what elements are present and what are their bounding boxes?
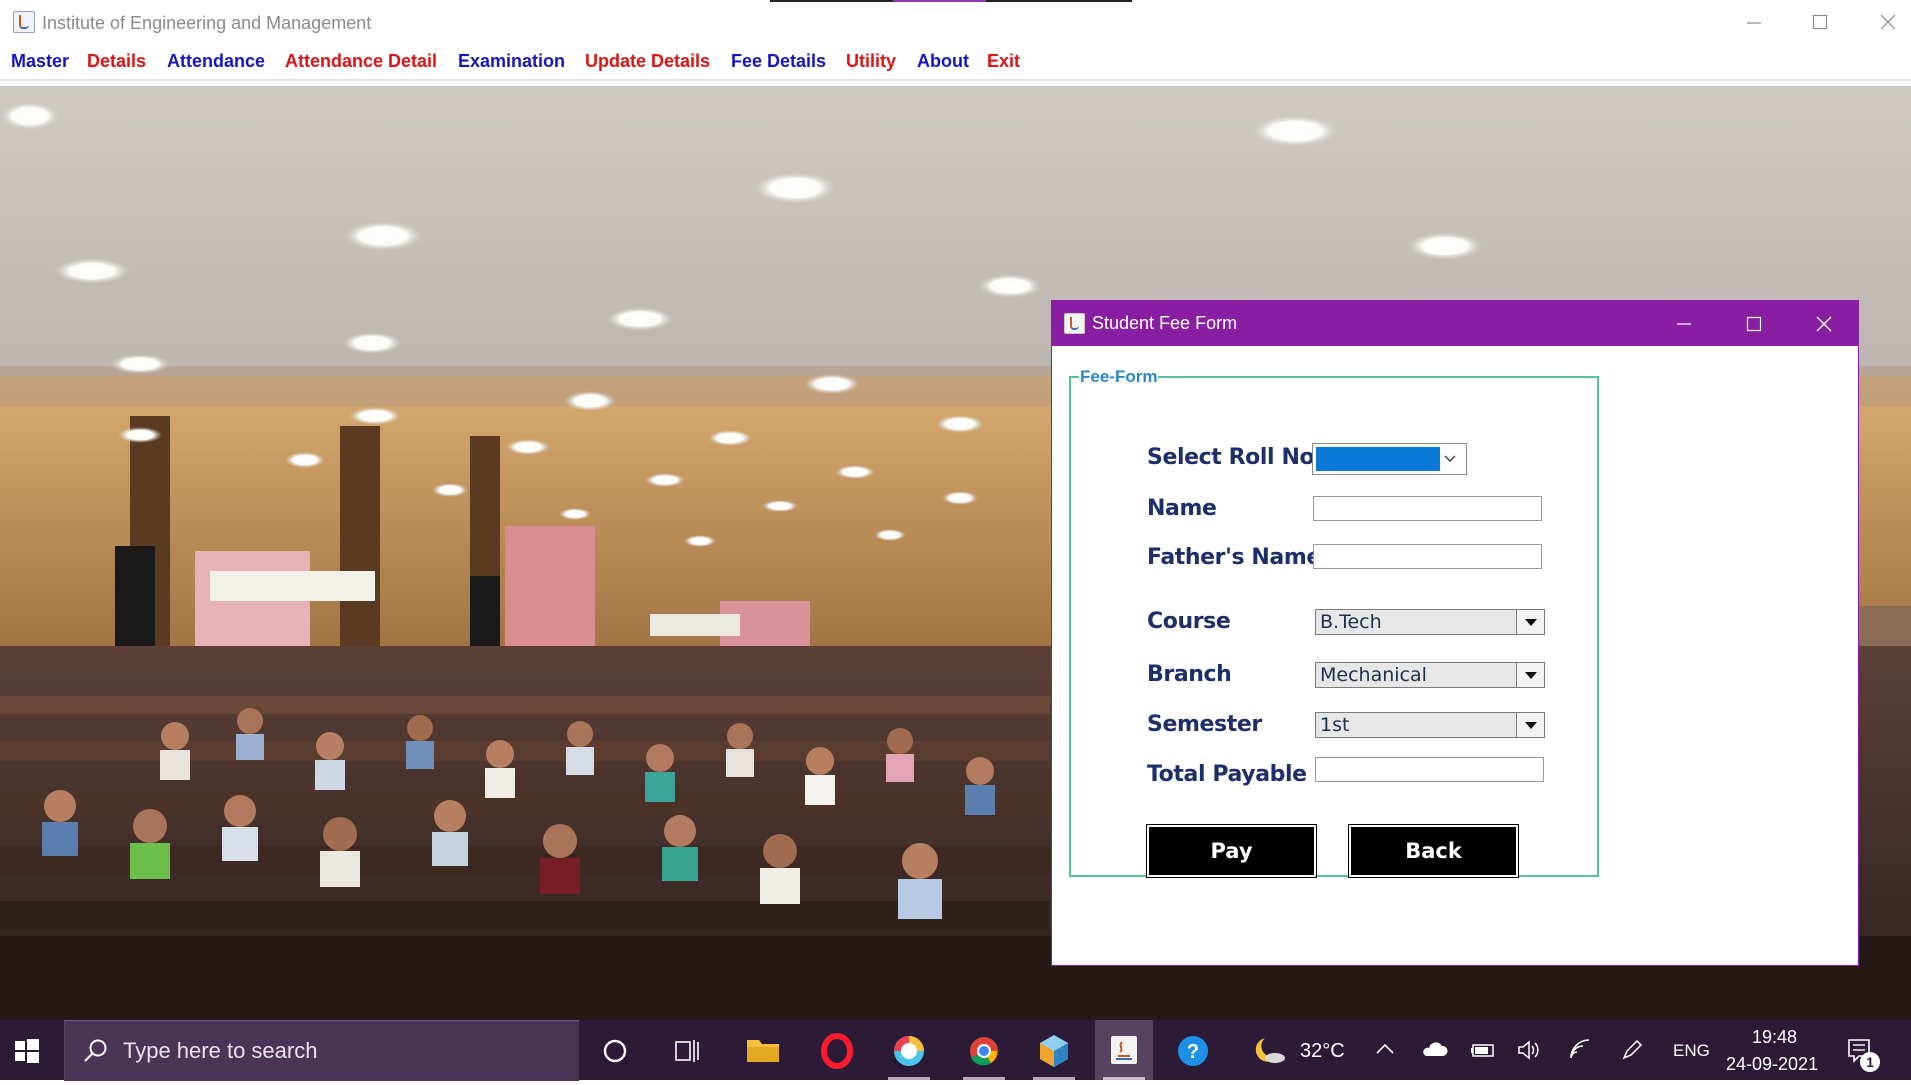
dropdown-arrow-icon[interactable] <box>1516 713 1544 737</box>
java-icon <box>1111 1036 1137 1064</box>
java-app-icon <box>1064 313 1085 334</box>
dropdown-arrow-icon[interactable] <box>1516 663 1544 687</box>
taskbar-search-box[interactable]: Type here to search <box>64 1020 579 1081</box>
weather-moon-icon <box>1255 1038 1285 1063</box>
roll-no-selected-value <box>1316 447 1440 471</box>
tray-overflow-chevron-icon[interactable] <box>1375 1042 1395 1056</box>
windows-logo-icon <box>15 1039 39 1063</box>
menu-utility[interactable]: Utility <box>846 51 896 72</box>
fee-minimize-button[interactable] <box>1664 308 1706 338</box>
search-placeholder: Type here to search <box>123 1038 318 1063</box>
taskbar-netbeans[interactable] <box>1025 1020 1083 1080</box>
top-indicator <box>770 0 1132 2</box>
label-semester: Semester <box>1147 712 1262 737</box>
fathers-name-field[interactable] <box>1313 544 1542 569</box>
java-app-icon <box>13 11 35 33</box>
wifi-icon[interactable] <box>1568 1038 1594 1062</box>
menu-examination[interactable]: Examination <box>458 51 565 72</box>
label-name: Name <box>1147 496 1217 521</box>
taskbar-opera[interactable] <box>807 1020 865 1080</box>
task-view-icon <box>675 1040 699 1062</box>
close-button[interactable] <box>1868 6 1908 38</box>
branch-value: Mechanical <box>1320 664 1427 686</box>
chrome-icon <box>970 1037 998 1066</box>
taskbar-file-explorer[interactable] <box>733 1020 791 1080</box>
chevron-down-icon <box>1444 455 1456 462</box>
fee-form-legend: Fee-Form <box>1080 367 1158 386</box>
label-course: Course <box>1147 609 1231 634</box>
clock-date[interactable]: 24-09-2021 <box>1726 1054 1818 1075</box>
taskbar-help[interactable]: ? <box>1163 1020 1221 1080</box>
weather-temperature[interactable]: 32°C <box>1300 1040 1345 1063</box>
main-title-bar: Institute of Engineering and Management <box>0 0 1911 46</box>
search-icon <box>84 1039 107 1062</box>
maximize-button[interactable] <box>1800 6 1840 38</box>
course-combobox[interactable]: B.Tech <box>1315 609 1545 635</box>
label-total-payable: Total Payable <box>1147 762 1307 787</box>
pay-button[interactable]: Pay <box>1146 824 1317 878</box>
taskbar-color-app[interactable] <box>880 1020 938 1080</box>
menu-master[interactable]: Master <box>11 51 69 72</box>
folder-icon <box>747 1040 779 1062</box>
label-select-roll-no: Select Roll No <box>1147 445 1315 470</box>
windows-taskbar: Type here to search ? 32°C ENG 19:48 24-… <box>0 1020 1911 1081</box>
svg-text:?: ? <box>1187 1041 1199 1063</box>
fee-window-title: Student Fee Form <box>1092 313 1238 333</box>
task-view-button[interactable] <box>658 1020 716 1080</box>
clock-time[interactable]: 19:48 <box>1752 1027 1797 1048</box>
branch-combobox[interactable]: Mechanical <box>1315 662 1545 688</box>
menu-attendance-detail[interactable]: Attendance Detail <box>285 51 437 72</box>
cortana-circle-icon <box>603 1039 627 1063</box>
back-button[interactable]: Back <box>1348 824 1519 878</box>
roll-no-combobox[interactable] <box>1312 443 1467 475</box>
cortana-button[interactable] <box>585 1020 643 1080</box>
menu-exit[interactable]: Exit <box>987 51 1020 72</box>
fee-close-button[interactable] <box>1804 308 1846 338</box>
taskbar-java-app[interactable] <box>1095 1020 1153 1080</box>
menu-about[interactable]: About <box>917 51 969 72</box>
fee-window-title-bar[interactable]: Student Fee Form <box>1052 301 1858 346</box>
volume-icon[interactable] <box>1516 1040 1542 1060</box>
help-icon: ? <box>1178 1036 1208 1066</box>
onedrive-cloud-icon[interactable] <box>1420 1040 1448 1060</box>
netbeans-cube-icon <box>1040 1035 1068 1067</box>
dropdown-arrow-icon[interactable] <box>1516 610 1544 634</box>
pen-icon[interactable] <box>1620 1038 1644 1062</box>
label-branch: Branch <box>1147 662 1232 687</box>
fee-maximize-button[interactable] <box>1734 308 1776 338</box>
battery-icon[interactable] <box>1470 1040 1498 1060</box>
language-indicator[interactable]: ENG <box>1673 1041 1710 1061</box>
start-button[interactable] <box>0 1020 58 1080</box>
notification-center-button[interactable]: 1 <box>1840 1030 1882 1072</box>
opera-icon <box>821 1033 853 1069</box>
notification-count-badge: 1 <box>1860 1052 1880 1072</box>
taskbar-chrome[interactable] <box>955 1020 1013 1080</box>
window-title: Institute of Engineering and Management <box>42 13 372 33</box>
name-field[interactable] <box>1313 496 1542 521</box>
minimize-button[interactable] <box>1734 6 1774 38</box>
semester-value: 1st <box>1320 714 1350 736</box>
total-payable-field[interactable] <box>1315 757 1544 782</box>
semester-combobox[interactable]: 1st <box>1315 712 1545 738</box>
menu-update-details[interactable]: Update Details <box>585 51 710 72</box>
menu-bar: Master Details Attendance Attendance Det… <box>0 45 1911 81</box>
label-fathers-name: Father's Name <box>1147 545 1321 570</box>
menu-fee-details[interactable]: Fee Details <box>731 51 826 72</box>
menu-attendance[interactable]: Attendance <box>167 51 265 72</box>
course-value: B.Tech <box>1320 611 1382 633</box>
menu-details[interactable]: Details <box>87 51 146 72</box>
color-wheel-icon <box>894 1036 924 1066</box>
